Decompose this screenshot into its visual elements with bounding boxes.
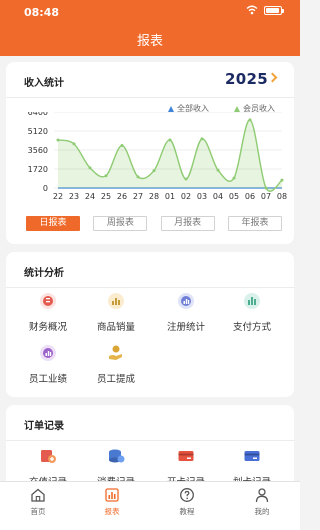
tab-tutorial[interactable]: 教程 xyxy=(157,487,217,517)
x-tick-label: 08 xyxy=(277,192,287,201)
analysis-item-label: 员工业绩 xyxy=(28,374,67,385)
x-tick-label: 22 xyxy=(53,192,63,201)
tab-profile[interactable]: 我的 xyxy=(232,487,292,517)
staff-performance-icon xyxy=(40,345,56,361)
status-time: 08:48 xyxy=(24,6,60,19)
data-point xyxy=(120,144,124,148)
analysis-item-finance[interactable]: 财务概况 xyxy=(12,292,84,333)
x-tick-label: 05 xyxy=(229,192,239,201)
y-tick-label: 6400 xyxy=(28,112,48,117)
y-tick-label: 3560 xyxy=(28,146,48,155)
divider xyxy=(6,287,294,288)
x-tick-label: 02 xyxy=(181,192,191,201)
card-swipe-record-icon xyxy=(244,451,260,461)
y-tick-label: 0 xyxy=(43,184,48,193)
data-point xyxy=(264,186,268,190)
analysis-item-registration[interactable]: 注册统计 xyxy=(150,292,222,333)
staff-commission-icon xyxy=(109,345,122,360)
divider xyxy=(6,97,294,98)
finance-overview-icon xyxy=(40,293,56,309)
data-point xyxy=(248,118,252,122)
consumption-record-icon xyxy=(109,449,125,463)
data-point xyxy=(136,175,140,179)
triangle-legend-icon xyxy=(168,105,174,112)
analysis-item-staff-performance[interactable]: 员工业绩 xyxy=(12,344,84,385)
product-sales-icon xyxy=(108,293,124,309)
x-tick-label: 28 xyxy=(149,192,159,201)
report-chart-icon xyxy=(105,488,119,502)
chevron-right-icon[interactable] xyxy=(267,72,278,83)
data-point xyxy=(168,138,172,142)
help-circle-icon xyxy=(180,488,194,502)
y-tick-label: 1720 xyxy=(28,165,48,174)
page-title: 报表 xyxy=(136,34,163,49)
orders-title: 订单记录 xyxy=(24,421,64,432)
y-tick-label: 5120 xyxy=(28,127,48,136)
x-tick-label: 27 xyxy=(133,192,143,201)
data-point xyxy=(216,168,220,172)
data-point xyxy=(56,138,60,142)
x-tick-label: 23 xyxy=(69,192,79,201)
divider xyxy=(6,440,294,441)
data-point xyxy=(152,169,156,173)
x-tick-label: 06 xyxy=(245,192,255,201)
analysis-item-label: 财务概况 xyxy=(28,322,67,333)
status-bar: 08:48 xyxy=(0,0,300,24)
series-area-member-income xyxy=(58,119,282,192)
tab-label: 报表 xyxy=(104,507,120,516)
data-point xyxy=(184,177,188,181)
recharge-record-icon xyxy=(41,450,56,463)
analysis-item-label: 商品销量 xyxy=(96,322,135,333)
payment-method-icon xyxy=(244,293,260,309)
data-point xyxy=(72,142,76,146)
income-line-chart[interactable]: 0 1720 3560 5120 6400 22 23 24 25 26 27 28 01 02 03 04 0… xyxy=(6,112,294,204)
wifi-icon xyxy=(246,5,258,15)
user-icon xyxy=(255,488,269,503)
analysis-item-label: 注册统计 xyxy=(166,322,205,333)
tab-label: 教程 xyxy=(179,507,195,516)
bottom-tab-bar: 首页 报表 教程 我的 xyxy=(0,481,300,530)
income-title: 收入统计 xyxy=(24,78,64,89)
app-header: 08:48 报表 xyxy=(0,0,300,56)
tab-label: 首页 xyxy=(30,507,46,516)
data-point xyxy=(280,178,284,182)
analysis-item-label: 支付方式 xyxy=(232,322,271,333)
home-icon xyxy=(31,488,45,502)
card-open-record-icon xyxy=(178,451,194,461)
period-selector: 日报表 周报表 月报表 年报表 xyxy=(26,216,282,231)
year-selector[interactable]: 2025 xyxy=(225,70,268,88)
x-tick-label: 03 xyxy=(197,192,207,201)
battery-icon xyxy=(264,5,284,15)
analysis-title: 统计分析 xyxy=(24,268,64,279)
data-point xyxy=(232,176,236,180)
tab-report[interactable]: 报表 xyxy=(82,487,142,517)
x-tick-label: 04 xyxy=(213,192,223,201)
analysis-item-sales[interactable]: 商品销量 xyxy=(80,292,152,333)
x-tick-label: 25 xyxy=(101,192,111,201)
data-point xyxy=(104,174,108,178)
status-icons xyxy=(246,5,284,15)
data-point xyxy=(200,137,204,141)
analysis-card: 统计分析 财务概况 商品销量 注册统计 支付方式 员工业绩 员工提成 xyxy=(6,252,294,397)
x-tick-label: 01 xyxy=(165,192,175,201)
analysis-item-label: 员工提成 xyxy=(96,374,135,385)
income-card: 收入统计 2025 全部收入 会员收入 0 1720 3560 5120 6400 22 2… xyxy=(6,62,294,244)
x-tick-label: 24 xyxy=(85,192,95,201)
x-tick-label: 07 xyxy=(261,192,271,201)
period-button-month[interactable]: 月报表 xyxy=(160,216,215,231)
period-button-day[interactable]: 日报表 xyxy=(26,216,80,231)
analysis-item-payment[interactable]: 支付方式 xyxy=(216,292,288,333)
analysis-item-staff-commission[interactable]: 员工提成 xyxy=(80,344,152,385)
registration-stats-icon xyxy=(178,293,194,309)
period-button-week[interactable]: 周报表 xyxy=(93,216,148,231)
x-tick-label: 26 xyxy=(117,192,127,201)
tab-home[interactable]: 首页 xyxy=(8,487,68,517)
triangle-legend-icon xyxy=(234,105,240,112)
data-point xyxy=(88,166,92,170)
period-button-year[interactable]: 年报表 xyxy=(227,216,282,231)
tab-label: 我的 xyxy=(254,507,270,516)
